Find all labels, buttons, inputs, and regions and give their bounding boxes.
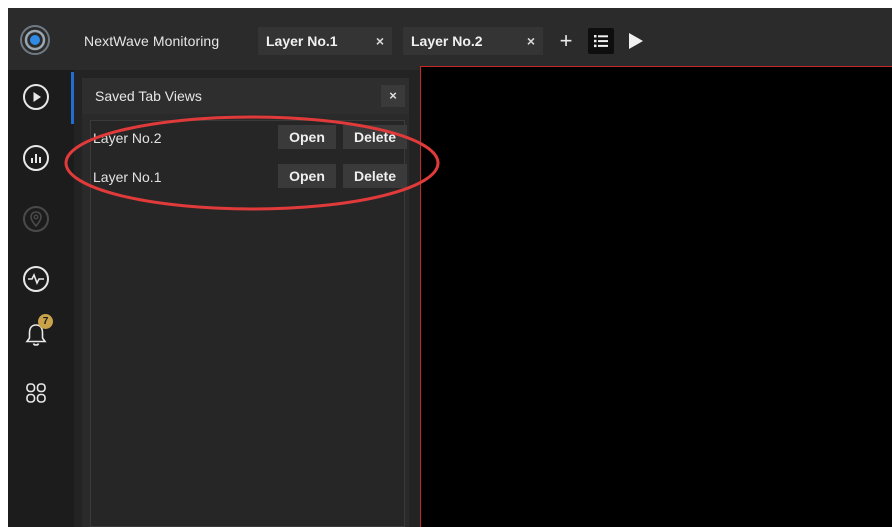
list-icon[interactable] — [588, 28, 614, 54]
top-bar: NextWave Monitoring Layer No.1 × Layer N… — [8, 8, 892, 70]
app-window: NextWave Monitoring Layer No.1 × Layer N… — [8, 8, 892, 527]
main-canvas[interactable] — [420, 66, 892, 527]
grid-icon[interactable] — [21, 378, 51, 408]
heartbeat-icon[interactable] — [21, 264, 51, 294]
tab-label: Layer No.2 — [411, 33, 483, 49]
play-icon[interactable] — [622, 28, 648, 54]
close-icon[interactable]: × — [376, 33, 384, 49]
panel-header: Saved Tab Views × — [82, 78, 409, 114]
app-logo-icon[interactable] — [19, 24, 51, 56]
highlight-ellipse — [64, 115, 440, 211]
app-title: NextWave Monitoring — [84, 33, 220, 49]
close-icon[interactable]: × — [527, 33, 535, 49]
bar-chart-icon[interactable] — [21, 143, 51, 173]
panel-title: Saved Tab Views — [95, 88, 202, 104]
play-circle-icon[interactable] — [21, 82, 51, 112]
tab-label: Layer No.1 — [266, 33, 338, 49]
add-tab-button[interactable]: + — [554, 27, 578, 55]
notification-badge: 7 — [38, 314, 53, 329]
tab-layer-1[interactable]: Layer No.1 × — [258, 27, 392, 55]
map-pin-icon[interactable] — [21, 204, 51, 234]
panel-close-button[interactable]: × — [381, 85, 405, 107]
tab-layer-2[interactable]: Layer No.2 × — [403, 27, 543, 55]
